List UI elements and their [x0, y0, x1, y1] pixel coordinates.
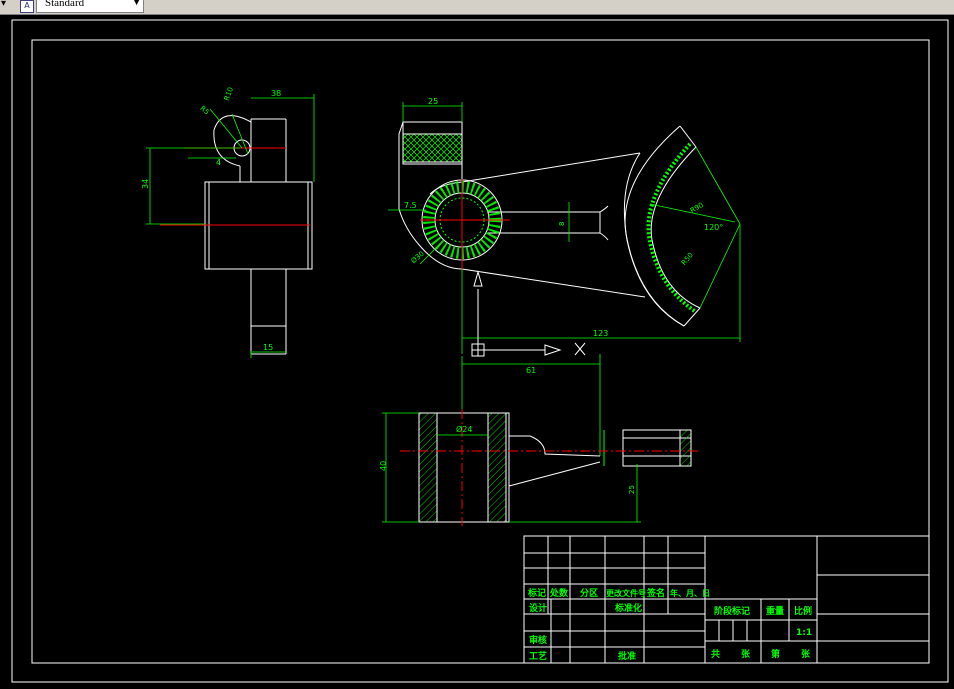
outer-frame: [11, 19, 949, 683]
tb-signature-label: 签名: [646, 587, 665, 599]
text-style-value: Standard: [45, 0, 85, 9]
dim-r50: R50: [680, 251, 695, 267]
view-arrow: [473, 270, 483, 344]
view-arrow: [484, 344, 562, 356]
dim-8: 8: [558, 222, 566, 226]
tb-date-label: 年、月、日: [670, 588, 710, 598]
cad-drawing[interactable]: 38 R10 R5 34 4 15 25 7.5 8 R90 120° R50 …: [0, 14, 954, 689]
text-style-dropdown[interactable]: Standard ▼: [36, 0, 144, 13]
tb-change-doc-label: 更改文件号: [606, 588, 646, 598]
tb-design-label: 设计: [529, 602, 547, 614]
dim-25: 25: [428, 97, 438, 106]
tb-process-label: 工艺: [529, 650, 547, 662]
tb-approve-label: 批准: [618, 650, 636, 662]
drawing-border: [31, 39, 930, 664]
chevron-down-icon[interactable]: ▼: [133, 0, 140, 7]
tb-mark-label: 标记: [527, 587, 546, 599]
dim-r5: R5: [198, 104, 210, 116]
dim-61: 61: [526, 366, 536, 375]
dim-15: 15: [263, 343, 273, 352]
dim-phi24: Ø24: [456, 424, 472, 434]
tb-standardization-label: 标准化: [614, 602, 642, 614]
tb-scale-value: 1:1: [796, 628, 812, 638]
dim-40: 40: [379, 461, 388, 471]
dim-7-5: 7.5: [404, 201, 417, 210]
view-cross: [574, 342, 586, 356]
dim-25-section: 25: [628, 485, 636, 494]
tb-stage-mark-label: 阶段标记: [714, 605, 750, 617]
tb-page-label: 第: [771, 648, 780, 660]
tb-total-label: 共: [711, 648, 720, 660]
tb-sheets-label-2: 张: [801, 648, 811, 660]
side-view: [204, 115, 313, 355]
dim-4: 4: [216, 158, 221, 167]
dim-phi30: Ø30: [410, 250, 426, 265]
dim-r10: R10: [223, 86, 235, 102]
dim-34: 34: [141, 179, 150, 189]
dim-r90: R90: [689, 201, 705, 215]
dim-123: 123: [593, 329, 608, 338]
tb-zone-label: 分区: [580, 587, 598, 599]
dim-120deg: 120°: [704, 223, 723, 232]
tb-scale-label: 比例: [794, 605, 812, 617]
front-view: [398, 121, 701, 327]
drawing-canvas[interactable]: 38 R10 R5 34 4 15 25 7.5 8 R90 120° R50 …: [0, 14, 954, 689]
tb-weight-label: 重量: [766, 605, 784, 617]
tb-count-label: 处数: [549, 587, 569, 599]
tb-sheets-label: 张: [741, 648, 751, 660]
title-block: [523, 535, 930, 664]
text-style-icon[interactable]: A: [20, 0, 34, 13]
tb-check-label: 审核: [529, 634, 547, 646]
side-view-dimensions: [146, 94, 315, 358]
chevron-down-icon[interactable]: ▾: [1, 0, 6, 9]
properties-toolbar: ▾ A Standard ▼: [0, 0, 954, 15]
dim-38: 38: [271, 89, 281, 98]
